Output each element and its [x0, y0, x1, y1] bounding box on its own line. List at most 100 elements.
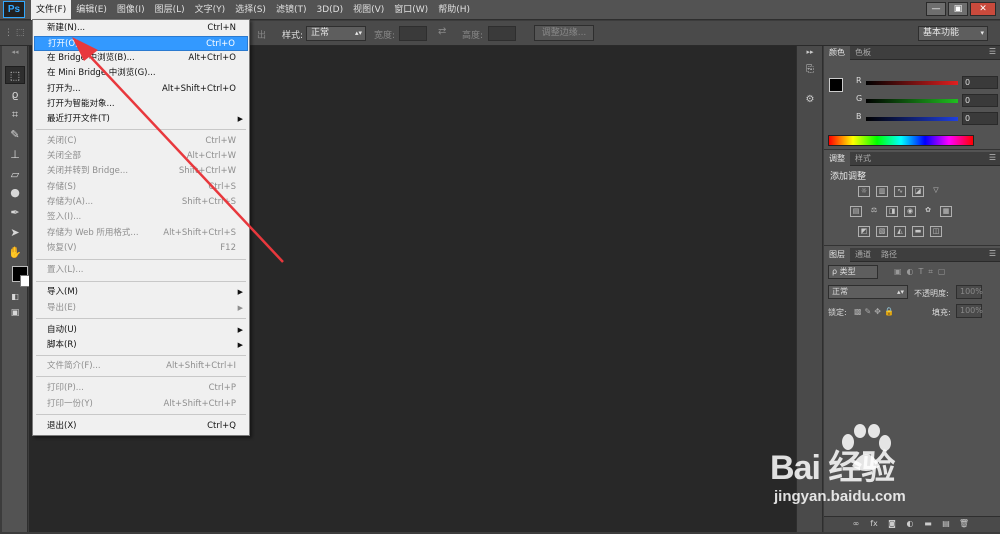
blue-value[interactable]: 0 [962, 112, 998, 125]
menu-item-scripts[interactable]: 脚本(R) ▶ [34, 338, 248, 353]
history-icon[interactable]: ⎘ [802, 64, 818, 78]
color-lookup-icon[interactable]: ▦ [940, 206, 952, 217]
eraser-tool-icon[interactable]: ▱ [5, 166, 25, 184]
selective-color-icon[interactable]: ◫ [930, 226, 942, 237]
new-layer-icon[interactable]: ▤ [940, 519, 952, 530]
trash-icon[interactable]: 🗑 [958, 519, 970, 530]
link-layers-icon[interactable]: ∞ [850, 519, 862, 530]
refine-edge-button[interactable]: 调整边缘... [534, 25, 594, 41]
style-select[interactable]: 正常 ▴▾ [306, 26, 366, 41]
brightness-icon[interactable]: ☼ [858, 186, 870, 197]
hue-saturation-icon[interactable]: ▤ [850, 206, 862, 217]
menu-item-open[interactable]: 打开(O)... Ctrl+O [34, 36, 248, 51]
green-slider[interactable]: G 0 [856, 94, 998, 108]
menu-item-automate[interactable]: 自动(U) ▶ [34, 323, 248, 338]
adjustment-layer-icon[interactable]: ◐ [904, 519, 916, 530]
watermark-url: jingyan.baidu.com [774, 488, 906, 505]
pen-tool-icon[interactable]: ✒ [5, 204, 25, 222]
tab-layers[interactable]: 图层 [824, 247, 850, 262]
new-group-icon[interactable]: ▬ [922, 519, 934, 530]
collapse-icon[interactable]: ◂◂ [5, 48, 25, 56]
layer-mask-icon[interactable]: ◙ [886, 519, 898, 530]
lock-icons[interactable]: ▩✎✥🔒 [854, 307, 897, 316]
posterize-icon[interactable]: ▧ [876, 226, 888, 237]
menu-type[interactable]: 文字(Y) [190, 0, 231, 20]
crop-tool-icon[interactable]: ⌗ [5, 106, 25, 124]
stamp-tool-icon[interactable]: ⊥ [5, 146, 25, 164]
tab-paths[interactable]: 路径 [876, 248, 902, 262]
tab-adjustments[interactable]: 调整 [824, 151, 850, 166]
exposure-icon[interactable]: ◪ [912, 186, 924, 197]
black-white-icon[interactable]: ◨ [886, 206, 898, 217]
minimize-button[interactable]: — [926, 2, 946, 16]
tab-styles[interactable]: 样式 [850, 152, 876, 166]
menu-item-exit[interactable]: 退出(X) Ctrl+Q [34, 419, 248, 434]
menu-help[interactable]: 帮助(H) [433, 0, 475, 20]
menu-layer[interactable]: 图层(L) [150, 0, 190, 20]
panel-menu-icon[interactable]: ☰ [989, 47, 996, 56]
properties-icon[interactable]: ⚙ [802, 94, 818, 108]
menu-item-import[interactable]: 导入(M) ▶ [34, 285, 248, 300]
invert-icon[interactable]: ◩ [858, 226, 870, 237]
swap-icon[interactable]: ⇄ [438, 26, 446, 37]
layer-filter-select[interactable]: ρ 类型 [828, 265, 878, 279]
curves-icon[interactable]: ∿ [894, 186, 906, 197]
red-value[interactable]: 0 [962, 76, 998, 89]
lasso-tool-icon[interactable]: ϱ [5, 86, 25, 104]
color-foreground-swatch[interactable] [829, 78, 843, 92]
tab-color[interactable]: 颜色 [824, 45, 850, 60]
menu-edit[interactable]: 编辑(E) [71, 0, 112, 20]
quick-mask-icon[interactable]: ▣ [5, 304, 25, 322]
workspace-select[interactable]: 基本功能 ▾ [918, 26, 988, 41]
menu-file[interactable]: 文件(F) [31, 0, 72, 20]
menu-item-shortcut: Ctrl+N [207, 23, 236, 33]
layer-style-icon[interactable]: fx [868, 519, 880, 530]
fill-input[interactable]: 100% [956, 304, 983, 318]
menu-item-browse-mini-bridge[interactable]: 在 Mini Bridge 中浏览(G)... [34, 66, 248, 81]
vibrance-icon[interactable]: ▽ [930, 186, 942, 197]
opacity-input[interactable]: 100% [956, 285, 983, 299]
panel-menu-icon[interactable]: ☰ [989, 153, 996, 162]
menu-item-open-as[interactable]: 打开为... Alt+Shift+Ctrl+O [34, 82, 248, 97]
menu-select[interactable]: 选择(S) [230, 0, 271, 20]
menu-item-close: 关闭(C) Ctrl+W [34, 134, 248, 149]
marquee-tool-icon[interactable]: ⬚ [5, 66, 25, 84]
threshold-icon[interactable]: ◭ [894, 226, 906, 237]
path-select-tool-icon[interactable]: ➤ [5, 224, 25, 242]
menu-item-recent-files[interactable]: 最近打开文件(T) ▶ [34, 112, 248, 127]
menu-3d[interactable]: 3D(D) [311, 0, 348, 20]
panel-menu-icon[interactable]: ☰ [989, 249, 996, 258]
color-spectrum[interactable] [828, 135, 974, 146]
red-track[interactable] [866, 81, 958, 85]
menu-item-shortcut: Alt+Shift+Ctrl+O [161, 84, 236, 94]
tab-channels[interactable]: 通道 [850, 248, 876, 262]
menu-window[interactable]: 窗口(W) [389, 0, 433, 20]
blur-tool-icon[interactable]: ● [5, 184, 25, 202]
photo-filter-icon[interactable]: ◉ [904, 206, 916, 217]
restore-button[interactable]: ▣ [948, 2, 968, 16]
red-slider[interactable]: R 0 [856, 76, 998, 90]
blend-mode-select[interactable]: 正常 ▴▾ [828, 285, 908, 299]
menu-item-browse-bridge[interactable]: 在 Bridge 中浏览(B)... Alt+Ctrl+O [34, 51, 248, 66]
color-balance-icon[interactable]: ⚖ [868, 206, 880, 217]
menu-filter[interactable]: 滤镜(T) [271, 0, 312, 20]
green-track[interactable] [866, 99, 958, 103]
levels-icon[interactable]: ▥ [876, 186, 888, 197]
blue-track[interactable] [866, 117, 958, 121]
close-button[interactable]: ✕ [970, 2, 996, 16]
menu-view[interactable]: 视图(V) [348, 0, 389, 20]
width-input[interactable] [399, 26, 427, 41]
green-value[interactable]: 0 [962, 94, 998, 107]
blue-slider[interactable]: B 0 [856, 112, 998, 126]
expand-icon[interactable]: ▸▸ [802, 48, 818, 62]
menu-image[interactable]: 图像(I) [112, 0, 150, 20]
menu-item-open-smart-object[interactable]: 打开为智能对象... [34, 97, 248, 112]
eyedropper-tool-icon[interactable]: ✎ [5, 126, 25, 144]
height-input[interactable] [488, 26, 516, 41]
channel-mixer-icon[interactable]: ✿ [922, 206, 934, 217]
hand-tool-icon[interactable]: ✋ [5, 244, 25, 262]
layer-filter-icons[interactable]: ▣◐T⌗▢ [894, 267, 951, 277]
menu-item-new[interactable]: 新建(N)... Ctrl+N [34, 21, 248, 36]
tab-swatches[interactable]: 色板 [850, 46, 876, 60]
gradient-map-icon[interactable]: ▬ [912, 226, 924, 237]
